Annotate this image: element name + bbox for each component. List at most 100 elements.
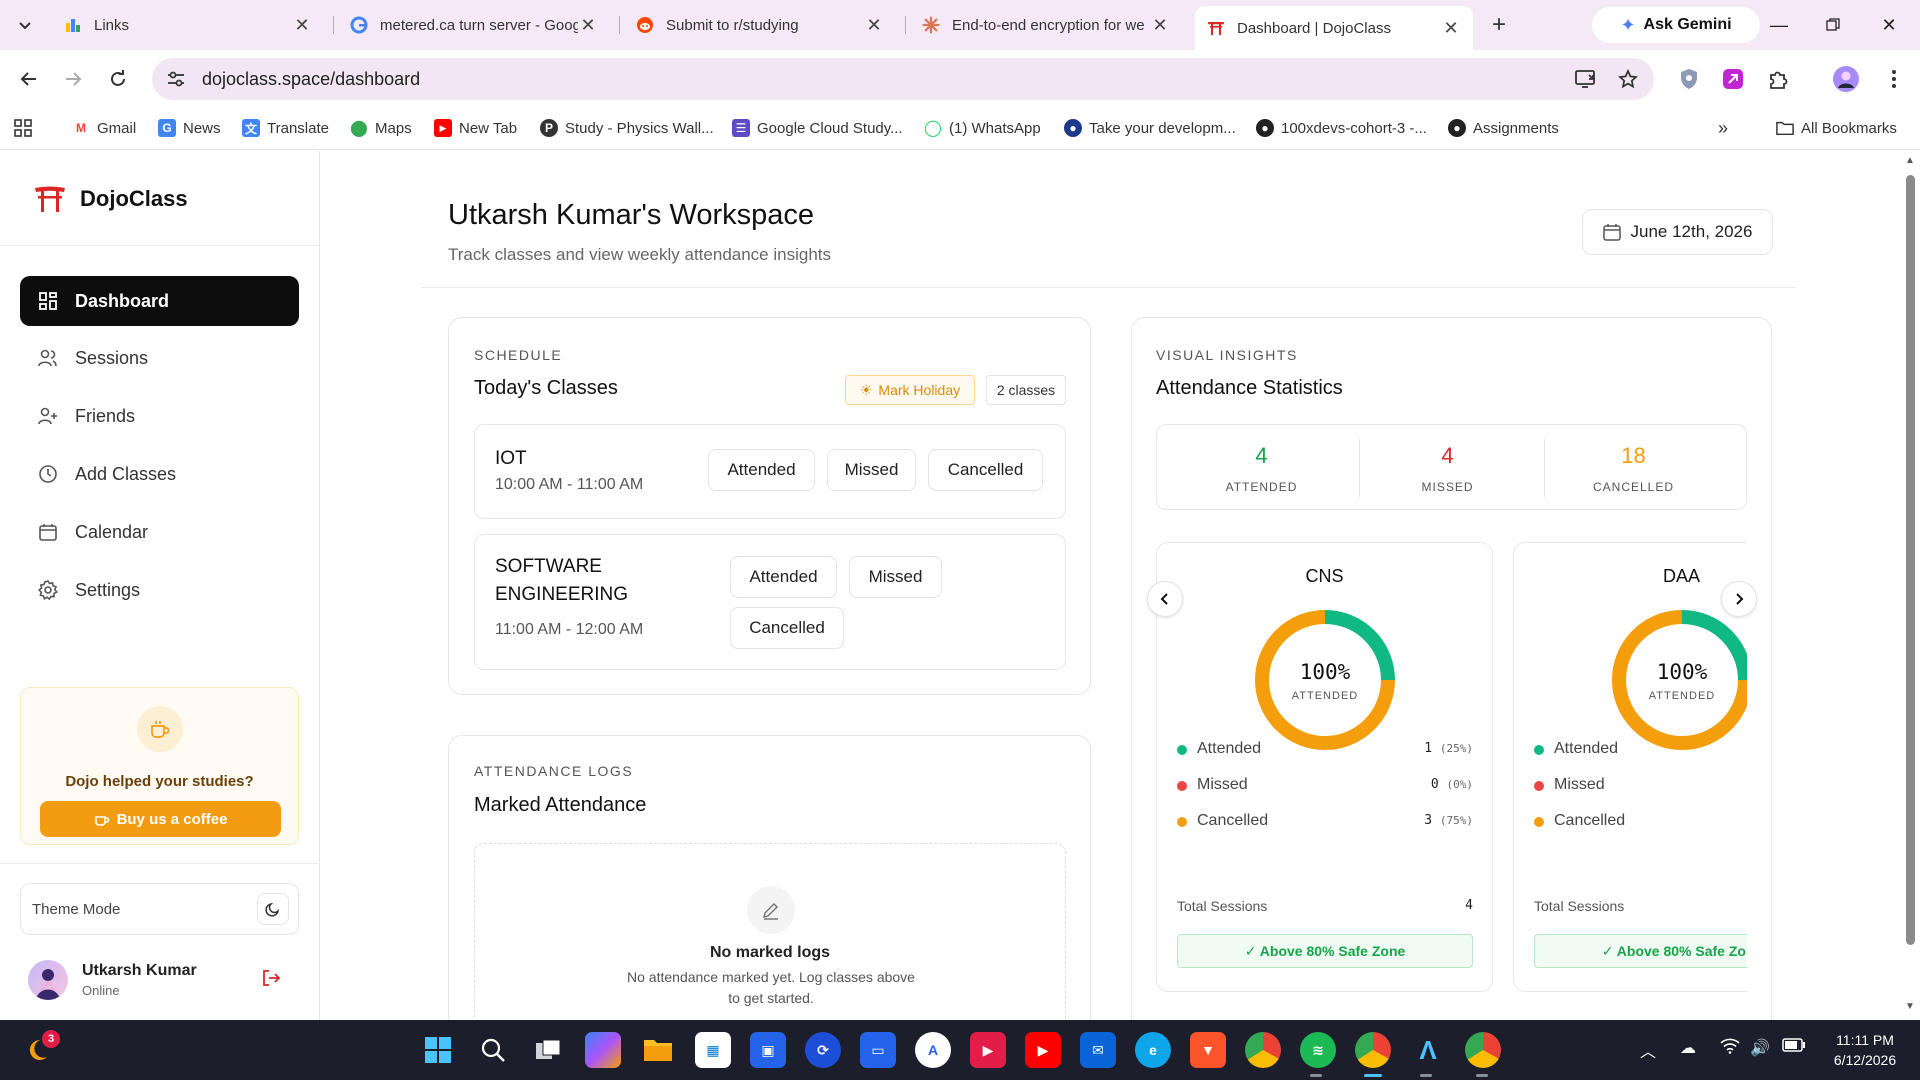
scrollbar-thumb[interactable] [1906, 175, 1915, 945]
bookmark-translate[interactable]: 文 Translate [242, 114, 329, 142]
missed-button[interactable]: Missed [849, 556, 942, 598]
carousel-next-button[interactable] [1721, 581, 1757, 617]
minimize-button[interactable]: — [1756, 8, 1802, 42]
apps-grid-icon[interactable] [14, 114, 32, 142]
nav-label: Dashboard [75, 290, 170, 311]
nav-sessions[interactable]: Sessions [20, 333, 299, 383]
close-icon[interactable]: ✕ [578, 15, 598, 36]
close-icon[interactable]: ✕ [292, 15, 312, 36]
purple-extension-icon[interactable] [1719, 65, 1747, 93]
nav-calendar[interactable]: Calendar [20, 507, 299, 557]
mark-holiday-button[interactable]: ☀ Mark Holiday [845, 375, 975, 405]
scroll-down-icon[interactable]: ▼ [1905, 1001, 1915, 1012]
missed-button[interactable]: Missed [827, 449, 916, 491]
attended-button[interactable]: Attended [708, 449, 815, 491]
bookmark-gmail[interactable]: M Gmail [72, 114, 136, 142]
close-icon[interactable]: ✕ [1150, 15, 1170, 36]
tab-title: Submit to r/studying [666, 16, 799, 34]
close-icon[interactable]: ✕ [1441, 18, 1461, 39]
microsoft-store-icon[interactable]: ▦ [695, 1032, 731, 1068]
file-explorer-icon[interactable] [640, 1032, 676, 1068]
more-menu-icon[interactable] [1880, 65, 1908, 93]
omnibox[interactable]: dojoclass.space/dashboard [152, 58, 1654, 100]
search-icon[interactable] [475, 1032, 511, 1068]
scroll-up-icon[interactable]: ▲ [1905, 155, 1915, 166]
close-icon[interactable]: ✕ [864, 15, 884, 36]
theme-toggle-button[interactable] [257, 893, 289, 925]
chevron-up-icon[interactable]: ︿ [1640, 1038, 1656, 1062]
install-app-icon[interactable] [1574, 67, 1598, 91]
edge-icon[interactable]: e [1135, 1032, 1171, 1068]
bookmark-100xdevs[interactable]: ● 100xdevs-cohort-3 -... [1256, 114, 1427, 142]
tab-claude[interactable]: End-to-end encryption for we ✕ [910, 8, 1182, 42]
forward-button[interactable] [58, 64, 88, 94]
chrome-user-icon[interactable] [1465, 1032, 1501, 1068]
volume-icon[interactable]: 🔊 [1750, 1038, 1770, 1058]
bookmark-whatsapp[interactable]: ◯ (1) WhatsApp [924, 114, 1041, 142]
bookmark-news[interactable]: G News [158, 114, 221, 142]
browser-tab-bar: Links ✕ metered.ca turn server - Goog ✕ … [0, 0, 1920, 50]
tab-links[interactable]: Links ✕ [52, 8, 324, 42]
bookmark-new-tab[interactable]: ▶ New Tab [434, 114, 517, 142]
all-bookmarks[interactable]: All Bookmarks [1776, 114, 1897, 142]
page-scrollbar[interactable]: ▲ ▼ [1901, 151, 1920, 1020]
system-clock[interactable]: 11:11 PM 6/12/2026 [1820, 1030, 1910, 1070]
more-bookmarks-chevron-icon[interactable]: » [1718, 114, 1728, 142]
tab-metered[interactable]: metered.ca turn server - Goog ✕ [338, 8, 610, 42]
buy-coffee-button[interactable]: Buy us a coffee [40, 801, 281, 837]
wifi-icon[interactable] [1720, 1038, 1740, 1054]
restore-button[interactable] [1810, 8, 1856, 42]
extensions-puzzle-icon[interactable] [1764, 65, 1792, 93]
attended-button[interactable]: Attended [730, 556, 837, 598]
copilot-icon[interactable] [585, 1032, 621, 1068]
windows-start-icon[interactable] [420, 1032, 456, 1068]
avatar[interactable] [28, 960, 68, 1000]
outlook-icon[interactable]: ✉ [1080, 1032, 1116, 1068]
carousel-prev-button[interactable] [1147, 581, 1183, 617]
remote-desktop-icon[interactable]: ▭ [860, 1032, 896, 1068]
folder-icon [1776, 119, 1794, 137]
task-view-icon[interactable] [530, 1032, 566, 1068]
cloud-icon[interactable]: ☁ [1680, 1038, 1696, 1058]
close-window-button[interactable]: ✕ [1866, 8, 1912, 42]
arc-app-icon[interactable]: Λ [1410, 1032, 1446, 1068]
media-player-icon[interactable]: ▶ [970, 1032, 1006, 1068]
bookmark-develop[interactable]: ● Take your developm... [1064, 114, 1236, 142]
bookmark-google-cloud[interactable]: ☰ Google Cloud Study... [732, 114, 903, 142]
tab-title: End-to-end encryption for we [952, 16, 1145, 34]
battery-icon[interactable] [1782, 1038, 1806, 1052]
nav-add-classes[interactable]: Add Classes [20, 449, 299, 499]
date-picker-button[interactable]: June 12th, 2026 [1582, 209, 1773, 255]
spotify-icon[interactable]: ≋ [1300, 1032, 1336, 1068]
tab-search-button[interactable] [9, 11, 41, 39]
youtube-icon[interactable]: ▶ [1025, 1032, 1061, 1068]
bookmark-assignments[interactable]: ● Assignments [1448, 114, 1559, 142]
bookmark-physics-wallah[interactable]: P Study - Physics Wall... [540, 114, 714, 142]
tab-dashboard-dojoclass[interactable]: Dashboard | DojoClass ✕ [1195, 6, 1473, 50]
nav-friends[interactable]: Friends [20, 391, 299, 441]
new-tab-button[interactable]: + [1484, 10, 1514, 40]
shield-extension-icon[interactable] [1675, 65, 1703, 93]
back-button[interactable] [14, 64, 44, 94]
profile-avatar[interactable] [1832, 65, 1860, 93]
tab-reddit[interactable]: Submit to r/studying ✕ [624, 8, 896, 42]
reload-button[interactable] [103, 64, 133, 94]
nav-dashboard[interactable]: Dashboard [20, 276, 299, 326]
cancelled-button[interactable]: Cancelled [928, 449, 1043, 491]
bookmark-star-icon[interactable] [1616, 67, 1640, 91]
chrome-icon[interactable] [1245, 1032, 1281, 1068]
user-profile: Utkarsh Kumar Online [28, 958, 298, 1002]
brand[interactable]: DojoClass [34, 185, 188, 213]
brave-icon[interactable]: ▼ [1190, 1032, 1226, 1068]
calendar-app-icon[interactable]: ▣ [750, 1032, 786, 1068]
brand-name: DojoClass [80, 186, 188, 211]
nav-settings[interactable]: Settings [20, 565, 299, 615]
bookmark-maps[interactable]: ⬤ Maps [350, 114, 412, 142]
site-settings-icon[interactable] [166, 70, 190, 88]
ask-gemini-button[interactable]: ✦ Ask Gemini [1592, 7, 1760, 43]
sync-app-icon[interactable]: ⟳ [805, 1032, 841, 1068]
cancelled-button[interactable]: Cancelled [730, 607, 844, 649]
logout-button[interactable] [261, 968, 283, 990]
chrome-profile-icon[interactable] [1355, 1032, 1391, 1068]
app-store-icon[interactable]: A [915, 1032, 951, 1068]
